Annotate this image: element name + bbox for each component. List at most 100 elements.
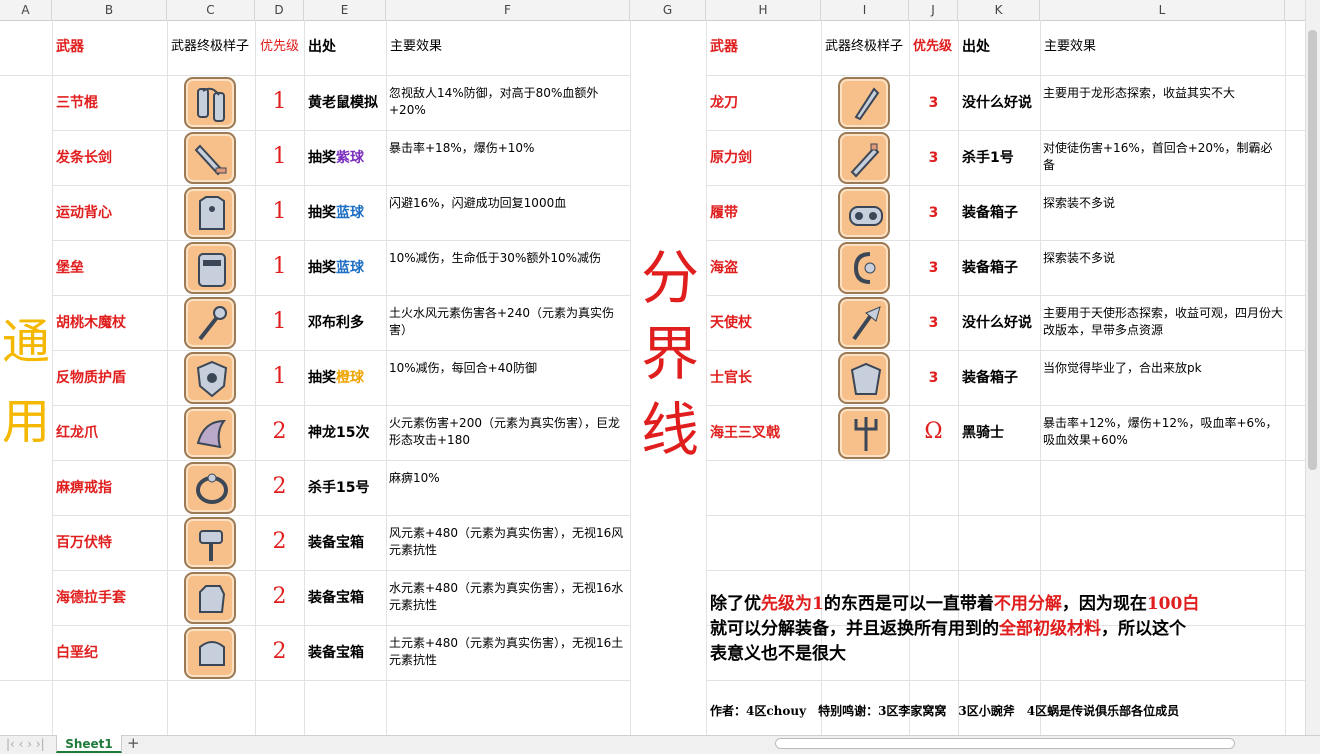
source-text: 抽奖紫球 — [308, 149, 364, 167]
note-p2: 的东西是可以一直带着 — [823, 594, 994, 614]
priority-value: 2 — [272, 419, 287, 444]
dagger-image — [838, 77, 890, 129]
column-header-g[interactable]: G — [630, 0, 706, 20]
column-header-k[interactable]: K — [958, 0, 1040, 20]
source-text: 没什么好说 — [962, 95, 1032, 111]
column-header-d[interactable]: D — [255, 0, 304, 20]
credits-text: 作者：4区chouy 特别鸣谢：3区李家窝窝 3区小豌斧 4区蜗是传说俱乐部各位… — [710, 704, 1180, 718]
vest-image — [184, 187, 236, 239]
track-image — [838, 187, 890, 239]
angel-staff-image — [838, 297, 890, 349]
weapon-name: 三节棍 — [56, 95, 98, 111]
effect-text: 麻痹10% — [389, 471, 440, 485]
weapon-name: 百万伏特 — [56, 535, 112, 551]
grid-row-line — [52, 460, 630, 461]
source-text: 装备宝箱 — [308, 535, 364, 551]
left-header-effect: 主要效果 — [390, 39, 443, 54]
weapon-name: 运动背心 — [56, 205, 112, 221]
grid-row-line — [52, 570, 630, 571]
effect-text: 10%减伤，生命低于30%额外10%减伤 — [389, 251, 602, 265]
source-ball: 蓝球 — [336, 260, 364, 276]
weapon-name: 海盗 — [710, 260, 738, 276]
source-ball: 橙球 — [336, 370, 364, 386]
priority-value: Ω — [924, 419, 943, 444]
note-r1: 先级为1 — [761, 594, 824, 614]
effect-text: 忽视敌人14%防御，对高于80%血额外+20% — [389, 86, 599, 117]
column-header-a[interactable]: A — [0, 0, 52, 20]
grid-row-line — [706, 130, 1305, 131]
divider-char-2: 界 — [640, 320, 699, 388]
grid-row-line — [706, 680, 1305, 681]
weapon-name: 胡桃木魔杖 — [56, 315, 126, 331]
effect-text: 火元素伤害+200（元素为真实伤害），巨龙形态攻击+180 — [389, 416, 620, 447]
source-text: 装备箱子 — [962, 370, 1018, 386]
right-header-look: 武器终极样子 — [825, 39, 904, 54]
priority-value: 2 — [272, 639, 287, 664]
priority-value: 3 — [928, 205, 939, 221]
column-header-e[interactable]: E — [304, 0, 386, 20]
wand-image — [184, 297, 236, 349]
source-text: 抽奖蓝球 — [308, 259, 364, 277]
effect-text: 探索装不多说 — [1043, 251, 1116, 265]
column-header-b[interactable]: B — [52, 0, 167, 20]
grid-row-line — [52, 130, 630, 131]
weapon-name: 士官长 — [710, 370, 752, 386]
note-p1: 除了优 — [710, 594, 761, 614]
effect-text: 暴击率+18%，爆伤+10% — [389, 141, 535, 155]
grid-row-line — [706, 405, 1305, 406]
grid-row-line — [706, 75, 1305, 76]
grid-column-line — [386, 20, 387, 735]
column-header-i[interactable]: I — [821, 0, 909, 20]
grid-row-line — [706, 240, 1305, 241]
hammer-image — [184, 517, 236, 569]
sword-image — [184, 132, 236, 184]
right-header-source: 出处 — [962, 39, 990, 55]
effect-text: 暴击率+12%，爆伤+12%，吸血率+6%，吸血效果+60% — [1043, 416, 1278, 447]
column-header-l[interactable]: L — [1040, 0, 1285, 20]
weapon-name: 反物质护盾 — [56, 370, 126, 386]
grid-row-line — [0, 680, 52, 681]
grid-column-line — [630, 20, 631, 735]
note-r3: 100白 — [1146, 594, 1200, 614]
armor-image — [838, 352, 890, 404]
effect-text: 土元素+480（元素为真实伤害），无视16土元素抗性 — [389, 636, 624, 667]
left-header-source: 出处 — [308, 39, 336, 55]
column-header-j[interactable]: J — [909, 0, 958, 20]
grid-column-line — [304, 20, 305, 735]
grid-column-line — [706, 20, 707, 735]
effect-text: 主要用于龙形态探索，收益其实不大 — [1043, 86, 1236, 100]
column-header-c[interactable]: C — [167, 0, 255, 20]
horizontal-scrollbar[interactable] — [775, 738, 1235, 749]
column-header-h[interactable]: H — [706, 0, 821, 20]
note-p3: ，因为现在 — [1061, 594, 1147, 614]
weapon-name: 海王三叉戟 — [710, 425, 780, 441]
priority-value: 2 — [272, 529, 287, 554]
claw-image — [184, 407, 236, 459]
weapon-name: 龙刀 — [710, 95, 738, 111]
sheet-tab-sheet1[interactable]: Sheet1 — [56, 735, 122, 753]
prev-sheet-arrows-icon[interactable]: |‹ ‹ › ›| — [6, 735, 45, 753]
vertical-scrollbar-thumb[interactable] — [1308, 30, 1317, 470]
source-text: 神龙15次 — [308, 425, 370, 441]
source-text: 抽奖蓝球 — [308, 204, 364, 222]
grid-row-line — [706, 295, 1305, 296]
grid-row-line — [706, 350, 1305, 351]
effect-text: 水元素+480（元素为真实伤害），无视16水元素抗性 — [389, 581, 624, 612]
fortress-image — [184, 242, 236, 294]
right-header-priority: 优先级 — [913, 39, 953, 54]
effect-text: 10%减伤，每回合+40防御 — [389, 361, 537, 375]
priority-value: 3 — [928, 370, 939, 386]
add-sheet-button[interactable]: + — [127, 734, 140, 752]
source-text: 装备宝箱 — [308, 590, 364, 606]
grid-row-line — [52, 515, 630, 516]
priority-value: 3 — [928, 95, 939, 111]
grid-row-line — [706, 515, 1305, 516]
source-text: 没什么好说 — [962, 315, 1032, 331]
priority-value: 1 — [272, 254, 287, 279]
source-text: 抽奖橙球 — [308, 369, 364, 387]
source-prefix: 抽奖 — [308, 260, 336, 276]
note-p6: 表意义也不是很大 — [710, 644, 846, 664]
right-header-weapon: 武器 — [710, 39, 738, 55]
weapon-name: 堡垒 — [56, 260, 84, 276]
column-header-f[interactable]: F — [386, 0, 630, 20]
